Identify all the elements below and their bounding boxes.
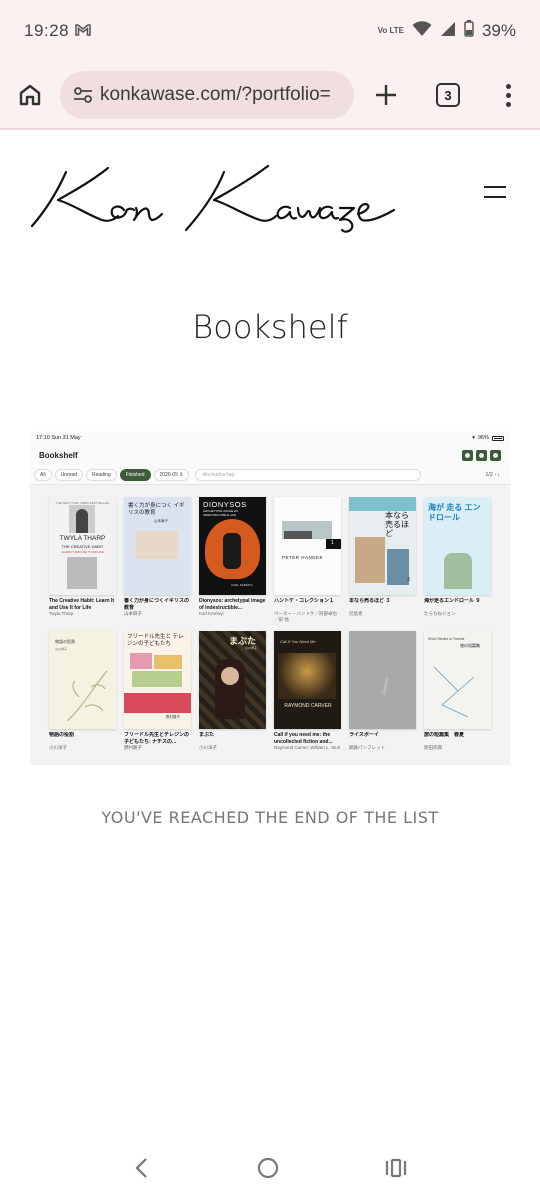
book-card: Riceboy ライスボーイ 鋼鉄パンフレット <box>349 631 416 751</box>
book-author: Karl Kerényi <box>199 611 224 616</box>
status-bar: 19:28 Vo LTE 39% <box>0 0 540 62</box>
book-author: 野村路子 <box>124 745 142 750</box>
embedded-settings-icon <box>476 449 487 461</box>
embedded-sync-icon <box>462 449 473 461</box>
book-title: Dionysos: archetypal image of indestruct… <box>199 598 266 611</box>
book-title: まぶた <box>199 732 215 738</box>
embedded-sort-info: 1/2 ↑↓ <box>485 471 500 478</box>
new-tab-button[interactable] <box>354 84 418 106</box>
book-author: Twyla Tharp <box>49 611 74 616</box>
book-cover: まぶた 小川洋子 <box>199 631 266 729</box>
book-cover: 海が 走る エンドロール <box>424 497 491 595</box>
book-title: The Creative Habit: Learn It and Use It … <box>49 598 115 611</box>
book-cover: 本なら 売るほど 3 <box>349 497 416 595</box>
embedded-battery-icon <box>492 435 504 441</box>
new-tab-icon <box>376 85 396 105</box>
book-cover: 1 PETER HANDKE <box>274 497 341 595</box>
book-cover: THE NEW YORK TIMES BESTSELLER TWYLA THAR… <box>49 497 116 595</box>
book-grid: THE NEW YORK TIMES BESTSELLER TWYLA THAR… <box>49 497 499 751</box>
book-cover: フリードル先生と テレジンの子どもたち 野村路子 <box>124 631 191 729</box>
book-author: 山本麻子 <box>124 611 142 616</box>
book-card: フリードル先生と テレジンの子どもたち 野村路子 フリードル先生とテレジンの子ど… <box>124 631 191 751</box>
book-title: 物語の役割 <box>49 732 75 738</box>
book-title: 本なら売るほど ３ <box>349 598 391 604</box>
embedded-battery-percent: 96% <box>477 435 489 441</box>
book-title: フリードル先生とテレジンの子どもたち: ナチスの... <box>124 732 190 745</box>
page-title: Bookshelf <box>192 308 348 346</box>
book-title: Call if you need me: the uncollected fic… <box>274 732 333 745</box>
end-of-list-text: YOU'VE REACHED THE END OF THE LIST <box>101 808 439 827</box>
chip-unread: Unread <box>54 468 83 481</box>
status-time: 19:28 <box>24 21 70 40</box>
home-button[interactable] <box>0 62 60 128</box>
system-nav-bar <box>0 1140 540 1200</box>
cell-signal-icon <box>440 21 456 42</box>
book-author: たらちねジョン <box>424 611 456 616</box>
overflow-menu-icon[interactable] <box>478 83 538 107</box>
embedded-app-header: Bookshelf <box>30 445 510 465</box>
embedded-app-title: Bookshelf <box>39 450 78 460</box>
book-card: 物語の役割 小川洋子 物語の役割 小川洋子 <box>49 631 116 751</box>
book-author: 小川洋子 <box>199 745 217 750</box>
book-title: 海が走るエンドロール ９ <box>424 598 481 604</box>
book-title: ライスボーイ <box>349 732 379 738</box>
bookshelf-screenshot[interactable]: 17:10 Sun 31 May ▾ 96% Bookshelf All Unr… <box>30 431 510 765</box>
book-title: 書く力が身につくイギリスの教育 <box>124 598 190 611</box>
browser-toolbar: konkawase.com/?portfolio= 3 <box>0 62 540 128</box>
book-card: まぶた 小川洋子 まぶた 小川洋子 <box>199 631 266 751</box>
embedded-search: title/author/tag <box>195 468 422 481</box>
chip-all: All <box>34 468 52 481</box>
book-cover: Short Stories of Travels 旅の短篇集 <box>424 631 491 729</box>
chip-reading: Reading <box>85 468 117 481</box>
book-cover: 物語の役割 小川洋子 <box>49 631 116 729</box>
home-nav-icon[interactable] <box>256 1156 280 1184</box>
url-text[interactable]: konkawase.com/?portfolio= <box>100 84 331 106</box>
book-card: 海が 走る エンドロール 海が走るエンドロール ９ たらちねジョン <box>424 497 491 623</box>
book-card: DIONYSOS ARCHETYPAL IMAGE OF INDESTRUCTI… <box>199 497 266 623</box>
book-cover: Call If You Need Me RAYMOND CARVER <box>274 631 341 729</box>
site-settings-icon[interactable] <box>70 86 96 104</box>
tab-switcher-icon: 3 <box>436 83 460 107</box>
embedded-filter-bar: All Unread Reading Finished 2026-05 ⇕ ti… <box>30 465 510 485</box>
book-cover: DIONYSOS ARCHETYPAL IMAGE OF INDESTRUCTI… <box>199 497 266 595</box>
book-card: THE NEW YORK TIMES BESTSELLER TWYLA THAR… <box>49 497 116 623</box>
book-cover: 書く力が身につく イギリスの教育 山本麻子 <box>124 497 191 595</box>
embedded-status-time: 17:10 Sun 31 May <box>36 435 81 441</box>
book-card: 書く力が身につく イギリスの教育 山本麻子 書く力が身につくイギリスの教育 山本… <box>124 497 191 623</box>
embedded-wifi-icon: ▾ <box>472 435 475 441</box>
book-author: Raymond Carver, William L. Stull <box>274 745 340 750</box>
recents-nav-icon[interactable] <box>385 1158 407 1182</box>
battery-percent: 39% <box>481 21 516 40</box>
book-card: 本なら 売るほど 3 本なら売るほど ３ 児島青 <box>349 497 416 623</box>
book-card: Call If You Need Me RAYMOND CARVER Call … <box>274 631 341 751</box>
toolbar-divider <box>0 128 540 130</box>
book-author: 児島青 <box>349 611 363 616</box>
book-author: 鋼鉄パンフレット <box>349 745 386 750</box>
embedded-status-bar: 17:10 Sun 31 May ▾ 96% <box>30 431 510 445</box>
hamburger-menu-icon[interactable] <box>484 186 506 206</box>
battery-icon <box>464 20 474 42</box>
book-cover: Riceboy <box>349 631 416 729</box>
volte-indicator: Vo LTE <box>377 26 404 35</box>
address-bar[interactable]: konkawase.com/?portfolio= <box>60 71 354 119</box>
book-card: 1 PETER HANDKE ハントケ・コレクション１ ペーター・ハントケ／阿部… <box>274 497 341 623</box>
gmail-notification-icon <box>75 23 91 40</box>
back-nav-icon[interactable] <box>133 1157 151 1183</box>
chip-finished: Finished <box>119 468 151 481</box>
month-select: 2026-05 ⇕ <box>153 468 190 481</box>
site-header <box>0 150 540 240</box>
book-title: ハントケ・コレクション１ <box>274 598 335 604</box>
embedded-add-icon <box>490 449 501 461</box>
book-author: ペーター・ハントケ／阿部卓也／訳 他 <box>274 611 337 622</box>
home-icon <box>19 84 41 106</box>
book-card: Short Stories of Travels 旅の短篇集 旅の短篇集 春夏 … <box>424 631 491 751</box>
book-author: 小川洋子 <box>49 745 67 750</box>
wifi-icon <box>412 20 432 42</box>
book-title: 旅の短篇集 春夏 <box>424 732 465 738</box>
site-logo[interactable] <box>28 158 398 242</box>
tab-switcher-button[interactable]: 3 <box>418 83 478 107</box>
book-author: 原田宗典 <box>424 745 442 750</box>
